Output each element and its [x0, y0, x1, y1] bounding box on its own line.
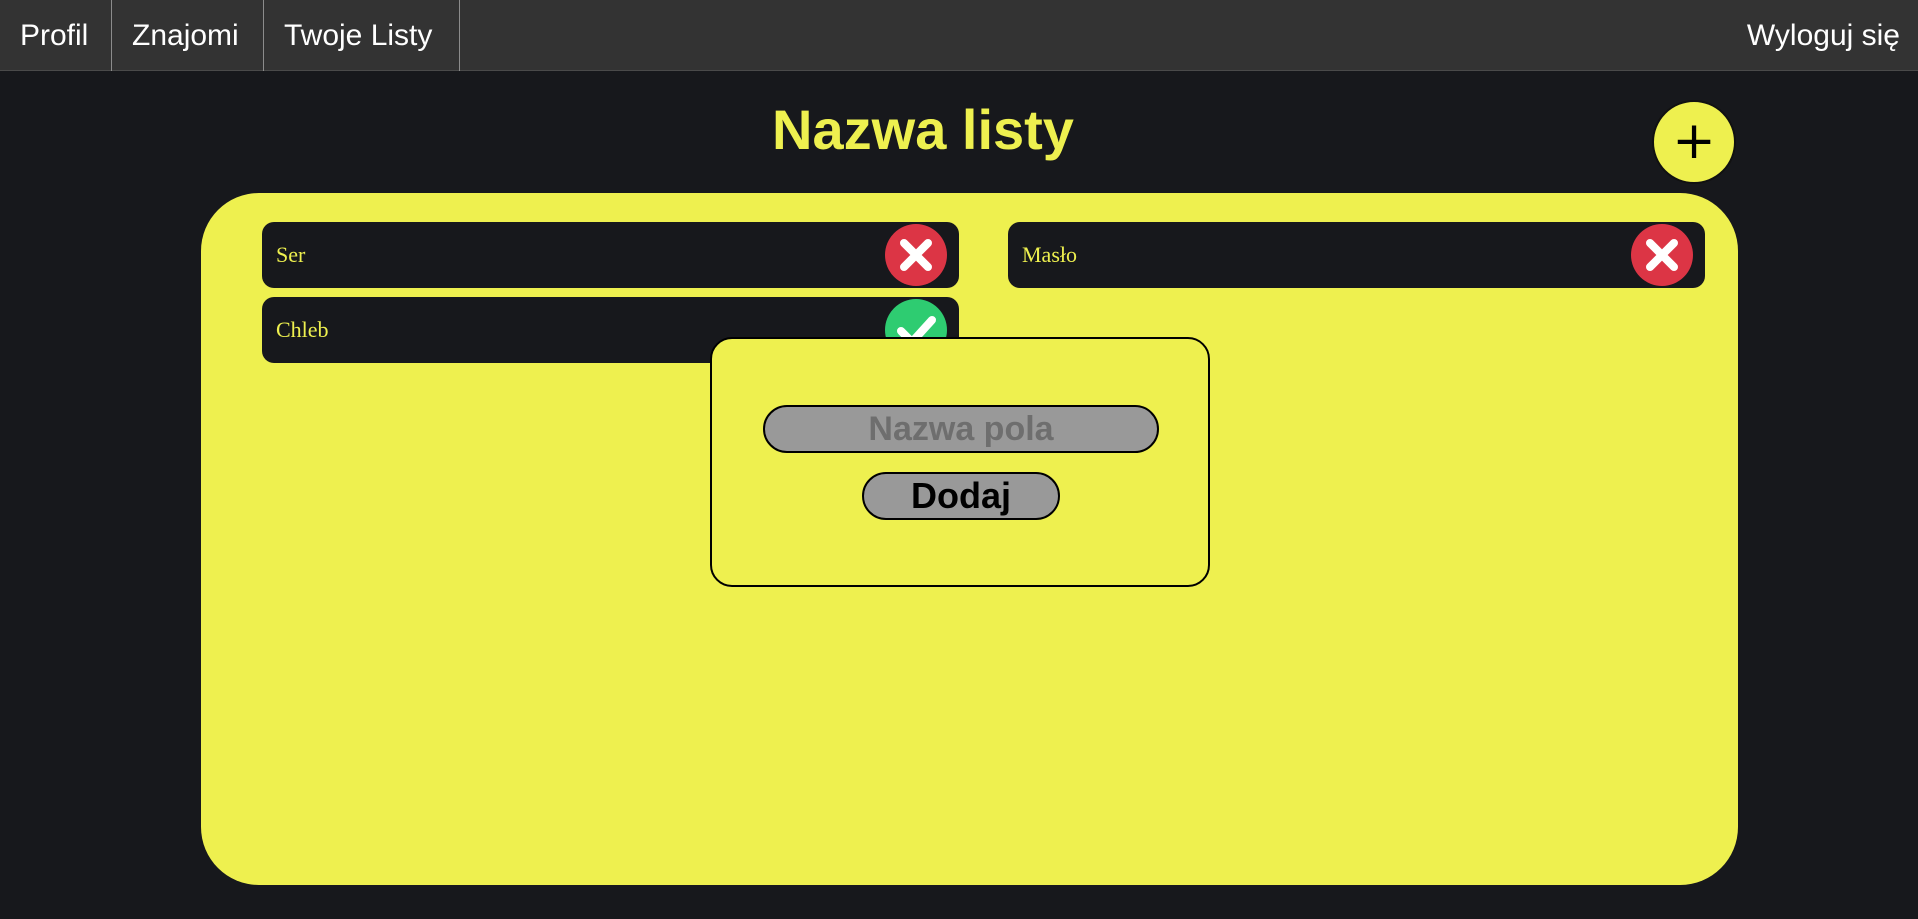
remove-item-button[interactable]: [885, 224, 947, 286]
list-item-label: Chleb: [276, 317, 329, 342]
plus-icon: +: [1672, 111, 1716, 171]
nav-link-twoje-listy[interactable]: Twoje Listy: [284, 0, 432, 71]
x-icon: [885, 224, 947, 286]
nav-link-profil[interactable]: Profil: [20, 0, 88, 71]
nav-divider: [263, 0, 264, 71]
logout-link[interactable]: Wyloguj się: [1747, 0, 1900, 71]
list-item: Masło: [1008, 222, 1705, 288]
add-item-button[interactable]: +: [1652, 100, 1736, 184]
field-name-input[interactable]: [763, 405, 1159, 453]
add-field-modal: Dodaj: [710, 337, 1210, 587]
list-item: Ser: [262, 222, 959, 288]
nav-divider: [111, 0, 112, 71]
x-icon: [1631, 224, 1693, 286]
list-item-label: Masło: [1022, 242, 1077, 267]
top-navigation-bar: Profil Znajomi Twoje Listy Wyloguj się: [0, 0, 1918, 71]
add-field-submit-button[interactable]: Dodaj: [862, 472, 1060, 520]
page-title: Nazwa listy: [772, 98, 1074, 161]
nav-divider: [459, 0, 460, 71]
nav-link-znajomi[interactable]: Znajomi: [132, 0, 239, 71]
list-item-label: Ser: [276, 242, 306, 267]
remove-item-button[interactable]: [1631, 224, 1693, 286]
